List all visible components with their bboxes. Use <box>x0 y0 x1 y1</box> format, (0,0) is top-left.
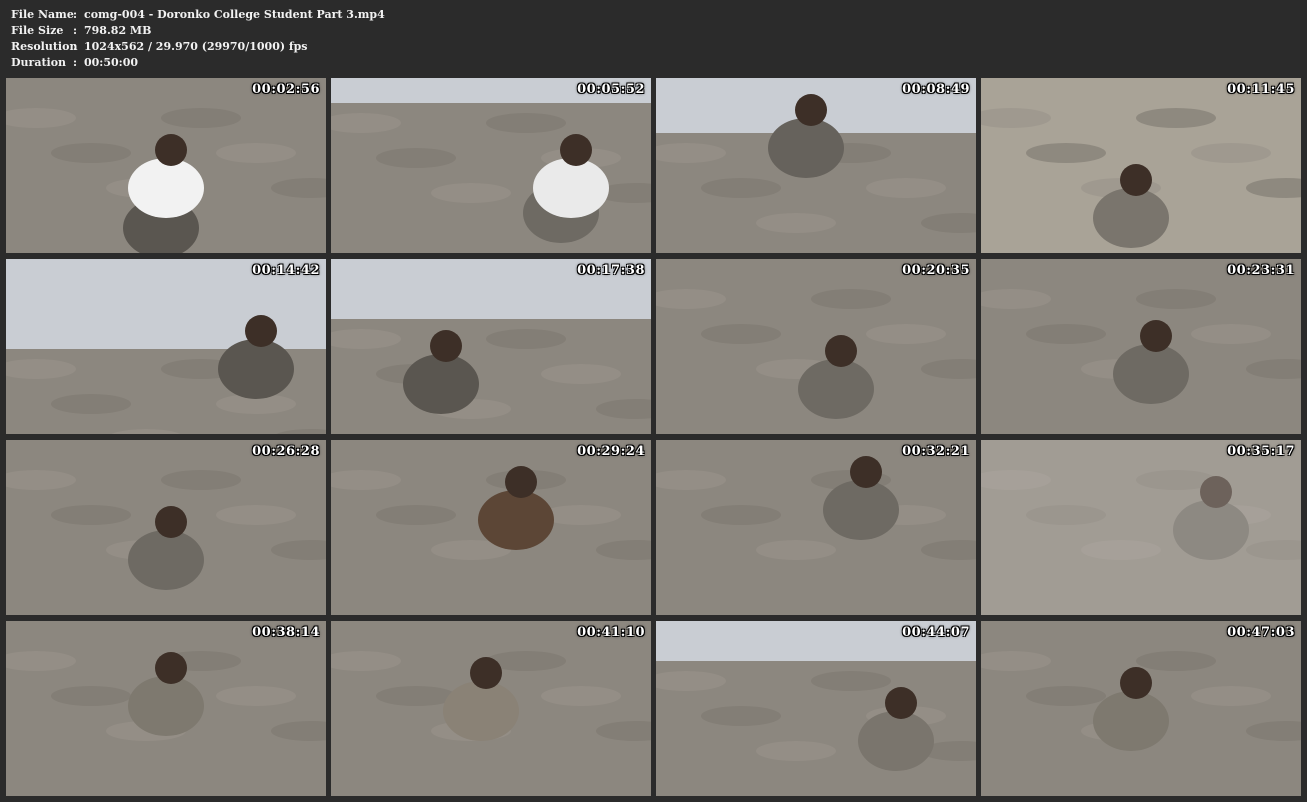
thumbnail-image <box>6 440 326 615</box>
video-thumbnail[interactable]: 00:23:31 <box>981 259 1301 434</box>
info-row-resolution: Resolution : 1024x562 / 29.970 (29970/10… <box>11 39 385 55</box>
thumbnail-image <box>6 621 326 796</box>
separator: : <box>73 40 78 53</box>
thumbnail-image <box>331 78 651 253</box>
timestamp-label: 00:23:31 <box>1227 263 1295 278</box>
separator: : <box>73 8 78 21</box>
resolution-label: Resolution <box>11 40 78 53</box>
duration-value: 00:50:00 <box>84 56 139 69</box>
thumbnail-image <box>656 621 976 796</box>
thumbnail-image <box>656 440 976 615</box>
thumbnail-image <box>981 259 1301 434</box>
video-thumbnail[interactable]: 00:35:17 <box>981 440 1301 615</box>
timestamp-label: 00:26:28 <box>252 444 320 459</box>
video-thumbnail[interactable]: 00:08:49 <box>656 78 976 253</box>
file-size-label: File Size <box>11 24 64 37</box>
video-thumbnail[interactable]: 00:20:35 <box>656 259 976 434</box>
timestamp-label: 00:41:10 <box>577 625 645 640</box>
info-row-file-name: File Name : comg-004 - Doronko College S… <box>11 7 385 23</box>
info-row-file-size: File Size : 798.82 MB <box>11 23 385 39</box>
thumbnail-image <box>6 78 326 253</box>
video-thumbnail[interactable]: 00:38:14 <box>6 621 326 796</box>
timestamp-label: 00:14:42 <box>252 263 320 278</box>
thumbnail-image <box>981 621 1301 796</box>
timestamp-label: 00:11:45 <box>1227 82 1295 97</box>
timestamp-label: 00:17:38 <box>577 263 645 278</box>
video-thumbnail[interactable]: 00:32:21 <box>656 440 976 615</box>
thumbnail-image <box>981 78 1301 253</box>
video-thumbnail[interactable]: 00:02:56 <box>6 78 326 253</box>
thumbnail-image <box>331 440 651 615</box>
timestamp-label: 00:05:52 <box>577 82 645 97</box>
video-thumbnail[interactable]: 00:11:45 <box>981 78 1301 253</box>
separator: : <box>73 24 78 37</box>
video-thumbnail[interactable]: 00:41:10 <box>331 621 651 796</box>
video-thumbnail[interactable]: 00:29:24 <box>331 440 651 615</box>
video-thumbnail[interactable]: 00:26:28 <box>6 440 326 615</box>
video-thumbnail[interactable]: 00:47:03 <box>981 621 1301 796</box>
timestamp-label: 00:29:24 <box>577 444 645 459</box>
thumbnail-image <box>331 621 651 796</box>
video-thumbnail[interactable]: 00:17:38 <box>331 259 651 434</box>
thumbnail-image <box>331 259 651 434</box>
video-thumbnail[interactable]: 00:44:07 <box>656 621 976 796</box>
thumbnail-grid: 00:02:56 00:05:52 00:08:49 00:11:45 00:1… <box>6 78 1301 796</box>
separator: : <box>73 56 78 69</box>
file-info-panel: File Name : comg-004 - Doronko College S… <box>11 7 385 71</box>
thumbnail-image <box>981 440 1301 615</box>
file-size-value: 798.82 MB <box>84 24 152 37</box>
timestamp-label: 00:47:03 <box>1227 625 1295 640</box>
thumbnail-image <box>6 259 326 434</box>
info-row-duration: Duration : 00:50:00 <box>11 55 385 71</box>
video-thumbnail[interactable]: 00:14:42 <box>6 259 326 434</box>
file-name-label: File Name <box>11 8 74 21</box>
duration-label: Duration <box>11 56 67 69</box>
timestamp-label: 00:38:14 <box>252 625 320 640</box>
timestamp-label: 00:08:49 <box>902 82 970 97</box>
timestamp-label: 00:20:35 <box>902 263 970 278</box>
thumbnail-image <box>656 78 976 253</box>
thumbnail-image <box>656 259 976 434</box>
file-name-value: comg-004 - Doronko College Student Part … <box>84 8 385 21</box>
timestamp-label: 00:44:07 <box>902 625 970 640</box>
resolution-value: 1024x562 / 29.970 (29970/1000) fps <box>84 40 308 53</box>
timestamp-label: 00:35:17 <box>1227 444 1295 459</box>
video-thumbnail[interactable]: 00:05:52 <box>331 78 651 253</box>
timestamp-label: 00:02:56 <box>252 82 320 97</box>
timestamp-label: 00:32:21 <box>902 444 970 459</box>
